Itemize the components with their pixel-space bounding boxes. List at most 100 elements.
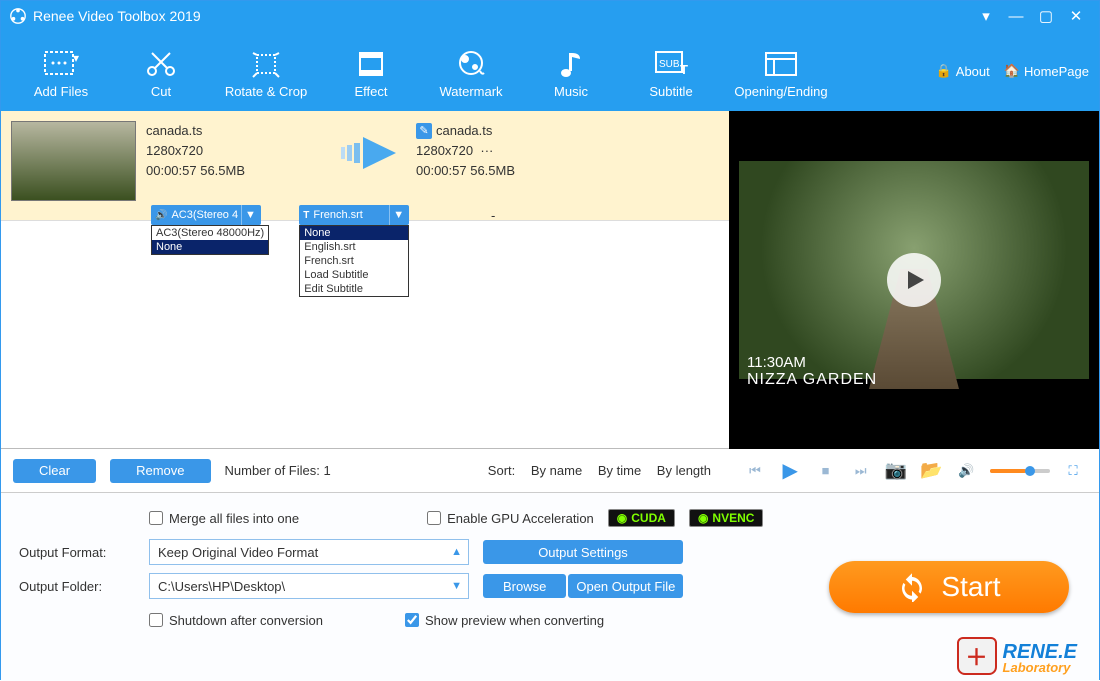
- sort-by-name[interactable]: By name: [531, 463, 582, 478]
- play-button[interactable]: ▶: [778, 458, 802, 483]
- about-label: About: [956, 64, 990, 79]
- sort-by-length[interactable]: By length: [657, 463, 711, 478]
- toolbar-subtitle[interactable]: SUBT Subtitle: [621, 44, 721, 99]
- lock-icon: 🔒: [936, 63, 952, 79]
- prev-button[interactable]: ⏮: [743, 463, 767, 479]
- volume-slider[interactable]: [990, 469, 1050, 473]
- dropdown-item[interactable]: AC3(Stereo 48000Hz): [152, 226, 268, 240]
- svg-text:T: T: [680, 62, 688, 77]
- source-filename: canada.ts: [146, 121, 326, 141]
- speaker-icon: 🔊: [155, 210, 167, 221]
- output-folder-combo[interactable]: C:\Users\HP\Desktop\▼: [149, 573, 469, 599]
- toolbar-add-files[interactable]: ▾ Add Files: [11, 44, 111, 99]
- gpu-checkbox[interactable]: Enable GPU Acceleration: [427, 511, 594, 526]
- dropdown-item[interactable]: None: [152, 240, 268, 254]
- toolbar-watermark[interactable]: Watermark: [421, 44, 521, 99]
- dropdown-item[interactable]: None: [300, 226, 408, 240]
- about-link[interactable]: 🔒 About: [936, 63, 990, 79]
- play-overlay-button[interactable]: [887, 253, 941, 307]
- remove-button[interactable]: Remove: [110, 459, 210, 483]
- browse-button[interactable]: Browse: [483, 574, 566, 598]
- refresh-icon: [897, 572, 927, 602]
- chevron-down-icon: ▼: [451, 580, 462, 592]
- close-button[interactable]: ✕: [1061, 7, 1091, 25]
- toolbar-music[interactable]: Music: [521, 44, 621, 99]
- toolbar-effect[interactable]: Effect: [321, 44, 421, 99]
- next-button[interactable]: ⏭: [849, 463, 873, 479]
- sort-label: Sort:: [488, 463, 515, 478]
- nvenc-badge: ◉ NVENC: [689, 509, 764, 527]
- opening-icon: [721, 44, 841, 84]
- audio-selected: AC3(Stereo 4: [171, 209, 238, 221]
- preview-time: 11:30AM: [747, 354, 877, 371]
- chevron-up-icon: ▲: [451, 546, 462, 558]
- preview-place: NIZZA GARDEN: [747, 371, 877, 389]
- cuda-badge: ◉ CUDA: [608, 509, 675, 527]
- show-preview-checkbox[interactable]: Show preview when converting: [405, 613, 604, 628]
- crop-icon: [211, 44, 321, 84]
- app-title: Renee Video Toolbox 2019: [33, 8, 201, 24]
- plus-key-icon: ＋: [957, 637, 997, 675]
- open-folder-button[interactable]: 📂: [919, 460, 943, 481]
- fullscreen-button[interactable]: ⛶: [1061, 463, 1085, 479]
- source-info: canada.ts 1280x720 00:00:57 56.5MB: [146, 121, 326, 181]
- stop-button[interactable]: ■: [814, 463, 838, 478]
- volume-icon[interactable]: 🔊: [955, 463, 979, 479]
- video-thumbnail: [11, 121, 136, 201]
- app-logo-icon: [9, 7, 27, 25]
- dropdown-item[interactable]: Load Subtitle: [300, 268, 408, 282]
- toolbar-opening-ending[interactable]: Opening/Ending: [721, 44, 841, 99]
- shutdown-checkbox[interactable]: Shutdown after conversion: [149, 613, 323, 628]
- homepage-label: HomePage: [1024, 64, 1089, 79]
- output-format-value: Keep Original Video Format: [158, 545, 318, 560]
- subtitle-selected: French.srt: [313, 209, 363, 221]
- audio-dropdown[interactable]: 🔊AC3(Stereo 4▼ AC3(Stereo 48000Hz)None: [151, 205, 269, 297]
- output-settings-button[interactable]: Output Settings: [483, 540, 683, 564]
- toolbar-label: Music: [521, 84, 621, 99]
- sort-group: Sort: By name By time By length: [482, 463, 717, 478]
- dest-resolution: 1280x720: [416, 143, 473, 158]
- merge-checkbox[interactable]: Merge all files into one: [149, 511, 299, 526]
- watermark-icon: [421, 44, 521, 84]
- toolbar-label: Subtitle: [621, 84, 721, 99]
- dropdown-item[interactable]: Edit Subtitle: [300, 282, 408, 296]
- output-format-label: Output Format:: [15, 545, 135, 560]
- effect-icon: [321, 44, 421, 84]
- clear-button[interactable]: Clear: [13, 459, 96, 483]
- gpu-label: Enable GPU Acceleration: [447, 511, 594, 526]
- maximize-button[interactable]: ▢: [1031, 7, 1061, 25]
- preview-panel: 11:30AM NIZZA GARDEN: [729, 111, 1099, 449]
- arrow-icon: [336, 121, 406, 174]
- file-count: Number of Files: 1: [225, 463, 331, 478]
- sort-by-time[interactable]: By time: [598, 463, 641, 478]
- start-label: Start: [941, 571, 1000, 603]
- edit-icon[interactable]: ✎: [416, 123, 432, 139]
- brand-sub: Laboratory: [1003, 660, 1077, 675]
- music-icon: [521, 44, 621, 84]
- output-format-combo[interactable]: Keep Original Video Format ▲: [149, 539, 469, 565]
- minimize-button[interactable]: —: [1001, 8, 1031, 25]
- preview-canvas[interactable]: 11:30AM NIZZA GARDEN: [729, 141, 1099, 419]
- text-icon: T: [303, 210, 309, 221]
- preview-caption: 11:30AM NIZZA GARDEN: [747, 354, 877, 389]
- toolbar-rotate-crop[interactable]: Rotate & Crop: [211, 44, 321, 99]
- dest-more[interactable]: ···: [480, 143, 493, 158]
- merge-label: Merge all files into one: [169, 511, 299, 526]
- toolbar-label: Cut: [111, 84, 211, 99]
- output-folder-label: Output Folder:: [15, 579, 135, 594]
- dropdown-item[interactable]: French.srt: [300, 254, 408, 268]
- file-list: canada.ts 1280x720 00:00:57 56.5MB ✎cana…: [1, 111, 729, 449]
- destination-info: ✎canada.ts 1280x720 ··· 00:00:57 56.5MB: [416, 121, 515, 181]
- toolbar-cut[interactable]: Cut: [111, 44, 211, 99]
- dropdown-icon[interactable]: ▾: [971, 7, 1001, 25]
- start-button[interactable]: Start: [829, 561, 1069, 613]
- toolbar-label: Add Files: [11, 84, 111, 99]
- subtitle-dropdown[interactable]: TFrench.srt▼ NoneEnglish.srtFrench.srtLo…: [299, 205, 409, 297]
- dropdown-item[interactable]: English.srt: [300, 240, 408, 254]
- toolbar-label: Effect: [321, 84, 421, 99]
- homepage-link[interactable]: 🏠HomePage: [1004, 63, 1089, 79]
- source-meta: 00:00:57 56.5MB: [146, 161, 326, 181]
- open-output-button[interactable]: Open Output File: [568, 574, 683, 598]
- toolbar-label: Watermark: [421, 84, 521, 99]
- snapshot-button[interactable]: 📷: [884, 460, 908, 481]
